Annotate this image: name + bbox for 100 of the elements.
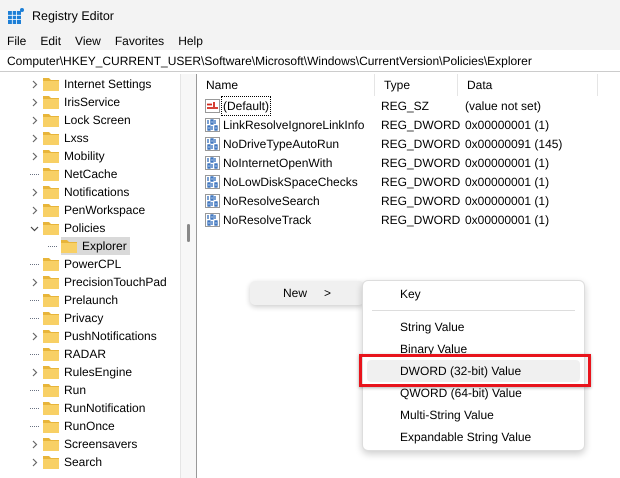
table-cell-text: 0x00000001 (1) [464,116,550,134]
tree-item[interactable]: Explorer [61,237,130,255]
chevron-right-icon[interactable] [30,116,39,124]
menu-item[interactable]: File [7,32,26,50]
tree-item[interactable]: Privacy [43,309,106,327]
table-cell-text: REG_DWORD [380,136,458,152]
submenu-item[interactable]: QWORD (64-bit) Value [367,382,580,404]
table-cell[interactable]: NoInternetOpenWith [222,154,334,172]
table-cell[interactable]: NoLowDiskSpaceChecks [222,172,359,190]
table-cell-text: 0x00000001 (1) [464,192,550,210]
folder-icon [43,365,59,379]
folder-icon [43,221,59,235]
binary-value-icon [205,118,220,132]
folder-icon [43,383,59,397]
chevron-right-icon[interactable] [30,458,39,466]
tree-item[interactable]: Lxss [43,129,92,147]
context-menu-item[interactable]: New > [250,281,364,305]
string-value-icon [205,98,220,112]
tree-item[interactable]: Search [43,453,106,471]
folder-icon [43,77,59,91]
folder-icon [61,239,77,253]
binary-value-icon [205,174,220,188]
folder-icon [43,257,59,271]
folder-icon [43,347,59,361]
tree-item[interactable]: RunOnce [43,417,118,435]
binary-value-icon [205,136,220,150]
folder-icon [43,329,59,343]
table-cell-text: 0x00000001 (1) [464,174,550,190]
tree-item[interactable]: Prelaunch [43,291,122,309]
chevron-right-icon[interactable] [30,368,39,376]
chevron-right-icon[interactable] [30,134,39,142]
chevron-right-icon[interactable] [30,278,39,286]
chevron-right-icon[interactable] [30,188,39,196]
table-cell[interactable]: NoResolveSearch [222,192,321,210]
chevron-right-icon[interactable] [30,98,39,106]
table-cell[interactable]: LinkResolveIgnoreLinkInfo [222,116,366,134]
folder-icon [43,185,59,199]
table-cell-text: REG_DWORD [380,174,458,190]
tree-item[interactable]: Notifications [43,183,132,201]
binary-value-icon [205,212,220,226]
submenu-item[interactable]: DWORD (32-bit) Value [367,360,580,382]
table-cell-text: REG_DWORD [380,192,458,210]
tree-item[interactable]: Lock Screen [43,111,134,129]
chevron-right-icon[interactable] [30,80,39,88]
tree-item[interactable]: PushNotifications [43,327,160,345]
chevron-right-icon[interactable] [30,152,39,160]
folder-icon [43,95,59,109]
menu-item[interactable]: Favorites [114,32,164,50]
tree-item[interactable]: Policies [43,219,108,237]
chevron-down-icon[interactable] [30,224,39,232]
binary-value-icon [205,194,220,208]
table-cell[interactable]: (Default) [222,96,270,114]
tree-item[interactable]: Internet Settings [43,75,154,93]
folder-icon [43,311,59,325]
chevron-right-icon[interactable] [30,440,39,448]
tree-item[interactable]: RulesEngine [43,363,136,381]
tree-item[interactable]: Run [43,381,90,399]
folder-icon [43,113,59,127]
table-cell-text: REG_SZ [380,98,430,114]
table-cell-text: 0x00000001 (1) [464,212,550,228]
folder-icon [43,419,59,433]
menu-item[interactable]: Help [178,32,203,50]
chevron-right-icon[interactable] [30,332,39,340]
tree-item[interactable]: NetCache [43,165,120,183]
chevron-right-icon[interactable] [30,206,39,214]
column-header[interactable]: Name [197,74,375,96]
tree-item[interactable]: RunNotification [43,399,148,417]
folder-icon [43,437,59,451]
column-header[interactable]: Data [458,74,598,96]
tree-item[interactable]: PowerCPL [43,255,124,273]
window-title: Registry Editor [32,8,114,25]
binary-value-icon [205,156,220,170]
table-cell-text: REG_DWORD [380,212,458,228]
table-cell-text: REG_DWORD [380,116,458,134]
tree-item[interactable]: IrisService [43,93,124,111]
tree-item[interactable]: PrecisionTouchPad [43,273,170,291]
menu-item[interactable]: Edit [40,32,62,50]
submenu-item[interactable]: Key [367,283,580,305]
submenu-item[interactable]: Binary Value [367,338,580,360]
submenu-item[interactable]: Expandable String Value [367,426,580,448]
table-cell-text: 0x00000001 (1) [464,154,550,172]
tree-item[interactable]: Screensavers [43,435,140,453]
table-cell[interactable]: NoDriveTypeAutoRun [222,134,340,152]
folder-icon [43,203,59,217]
tree-item[interactable]: Mobility [43,147,108,165]
scrollbar-thumb[interactable] [187,224,190,242]
tree-item[interactable]: RADAR [43,345,110,363]
table-cell[interactable]: NoResolveTrack [222,210,312,228]
submenu-item[interactable]: Multi-String Value [367,404,580,426]
table-cell-text: (value not set) [464,98,542,114]
column-header[interactable]: Type [375,74,458,96]
menu-item[interactable]: View [75,32,101,50]
table-cell-text: 0x00000091 (145) [464,136,564,152]
folder-icon [43,401,59,415]
submenu-item[interactable]: String Value [367,316,580,338]
folder-icon [43,131,59,145]
tree-item[interactable]: PenWorkspace [43,201,148,219]
folder-icon [43,167,59,181]
scrollbar[interactable] [181,74,196,478]
folder-icon [43,275,59,289]
